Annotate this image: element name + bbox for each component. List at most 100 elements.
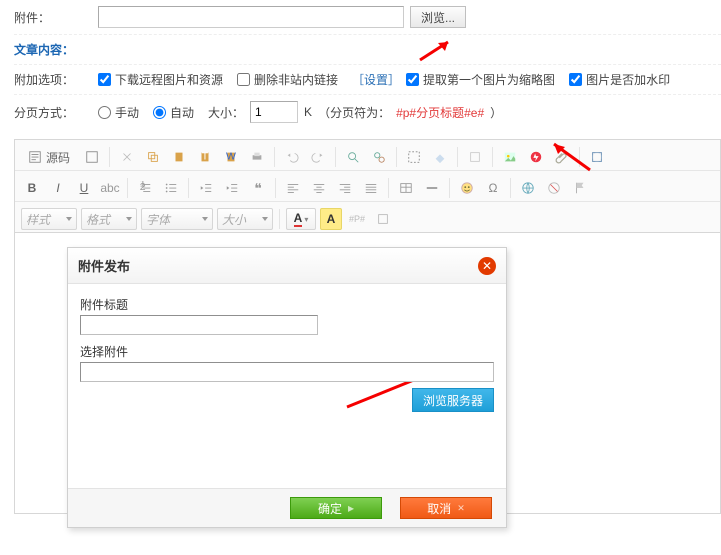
paging-manual[interactable]: 手动 <box>98 104 139 121</box>
align-justify-button[interactable] <box>360 177 382 199</box>
preview-button[interactable] <box>81 146 103 168</box>
selectall-icon <box>407 150 421 164</box>
unlink-button[interactable] <box>543 177 565 199</box>
undo-icon <box>285 150 299 164</box>
hr-button[interactable] <box>421 177 443 199</box>
ul-button[interactable] <box>160 177 182 199</box>
specialchar-button[interactable]: Ω <box>482 177 504 199</box>
format-select[interactable]: 格式 <box>81 208 137 230</box>
toolbar-sep <box>279 209 280 229</box>
smiley-button[interactable] <box>456 177 478 199</box>
attachment-dialog: 附件发布 ✕ 附件标题 选择附件 浏览服务器 确定▸ 取消✕ <box>67 247 507 528</box>
align-left-icon <box>286 181 300 195</box>
caret-icon <box>66 217 72 221</box>
source-button[interactable]: 源码 <box>21 146 77 168</box>
paste-word-icon: W <box>224 150 238 164</box>
align-left-button[interactable] <box>282 177 304 199</box>
flash-icon <box>529 150 543 164</box>
image-button[interactable] <box>499 146 521 168</box>
size-select[interactable]: 大小 <box>217 208 273 230</box>
paging-symbol-close: ） <box>490 104 502 121</box>
link-button[interactable] <box>517 177 539 199</box>
field-title-input[interactable] <box>80 315 318 335</box>
caret-icon <box>126 217 132 221</box>
replace-button[interactable] <box>368 146 390 168</box>
opt-dl-remote[interactable]: 下载远程图片和资源 <box>98 71 223 88</box>
editor-toolbar-1: 源码 T W <box>15 140 720 171</box>
opt-first-thumb[interactable]: 提取第一个图片为缩略图 <box>406 71 555 88</box>
paste-text-button[interactable]: T <box>194 146 216 168</box>
ol-icon: 12 <box>138 181 152 195</box>
strike-button[interactable]: abc <box>99 177 121 199</box>
paste-word-button[interactable]: W <box>220 146 242 168</box>
print-button[interactable] <box>246 146 268 168</box>
cancel-button[interactable]: 取消✕ <box>400 497 492 519</box>
italic-button[interactable]: I <box>47 177 69 199</box>
blockquote-button[interactable]: ❝ <box>247 177 269 199</box>
toolbar-sep <box>492 147 493 167</box>
editor-toolbar-2: B I U abc 12 ❝ Ω <box>15 171 720 202</box>
opt-strip-links-checkbox[interactable] <box>237 73 250 86</box>
undo-button[interactable] <box>281 146 303 168</box>
chevron-right-icon: ▸ <box>348 501 354 515</box>
paging-auto-radio[interactable] <box>153 106 166 119</box>
selectall-button[interactable] <box>403 146 425 168</box>
style-select[interactable]: 样式 <box>21 208 77 230</box>
editor-canvas[interactable]: 附件发布 ✕ 附件标题 选择附件 浏览服务器 确定▸ 取消✕ <box>15 233 720 513</box>
image-icon <box>503 150 517 164</box>
toolbar-sep <box>579 147 580 167</box>
textcolor-button[interactable]: A <box>286 208 316 230</box>
close-icon: ✕ <box>482 259 492 273</box>
more-button[interactable] <box>372 208 394 230</box>
opt-first-thumb-checkbox[interactable] <box>406 73 419 86</box>
indent-button[interactable] <box>221 177 243 199</box>
paging-size-input[interactable] <box>250 101 298 123</box>
paging-manual-radio[interactable] <box>98 106 111 119</box>
attach-button[interactable] <box>551 146 573 168</box>
opt-watermark[interactable]: 图片是否加水印 <box>569 71 670 88</box>
flash-button[interactable] <box>525 146 547 168</box>
flag-icon <box>573 181 587 195</box>
anchor-button[interactable] <box>569 177 591 199</box>
attachment-input[interactable] <box>98 6 404 28</box>
font-select[interactable]: 字体 <box>141 208 213 230</box>
caret-icon <box>202 217 208 221</box>
fullscreen-button[interactable] <box>586 146 608 168</box>
field-file-input[interactable] <box>80 362 494 382</box>
pagebreak-button[interactable]: #P# <box>346 208 368 230</box>
table-button[interactable] <box>395 177 417 199</box>
browse-button[interactable]: 浏览... <box>410 6 466 28</box>
dialog-close-button[interactable]: ✕ <box>478 257 496 275</box>
copy-button[interactable] <box>142 146 164 168</box>
align-justify-icon <box>364 181 378 195</box>
attachment-label: 附件： <box>14 9 98 26</box>
bold-button[interactable]: B <box>21 177 43 199</box>
find-button[interactable] <box>342 146 364 168</box>
browse-server-button[interactable]: 浏览服务器 <box>412 388 494 412</box>
paging-auto[interactable]: 自动 <box>153 104 194 121</box>
align-right-icon <box>338 181 352 195</box>
ok-button[interactable]: 确定▸ <box>290 497 382 519</box>
removeformat-button[interactable] <box>429 146 451 168</box>
toolbar-sep <box>188 178 189 198</box>
outdent-button[interactable] <box>195 177 217 199</box>
opt-strip-links[interactable]: 删除非站内链接 <box>237 71 338 88</box>
dialog-header: 附件发布 ✕ <box>68 248 506 284</box>
ol-button[interactable]: 12 <box>134 177 156 199</box>
addon1-button[interactable] <box>464 146 486 168</box>
settings-link[interactable]: ［设置］ <box>352 71 400 88</box>
align-center-button[interactable] <box>308 177 330 199</box>
cut-button[interactable] <box>116 146 138 168</box>
toolbar-sep <box>510 178 511 198</box>
opt-watermark-checkbox[interactable] <box>569 73 582 86</box>
paste-button[interactable] <box>168 146 190 168</box>
redo-button[interactable] <box>307 146 329 168</box>
opt-dl-remote-checkbox[interactable] <box>98 73 111 86</box>
bgcolor-button[interactable]: A <box>320 208 342 230</box>
underline-button[interactable]: U <box>73 177 95 199</box>
svg-text:2: 2 <box>140 181 146 193</box>
align-right-button[interactable] <box>334 177 356 199</box>
cut-icon <box>120 150 134 164</box>
dialog-body: 附件标题 选择附件 浏览服务器 <box>68 284 506 488</box>
paperclip-icon <box>555 150 569 164</box>
